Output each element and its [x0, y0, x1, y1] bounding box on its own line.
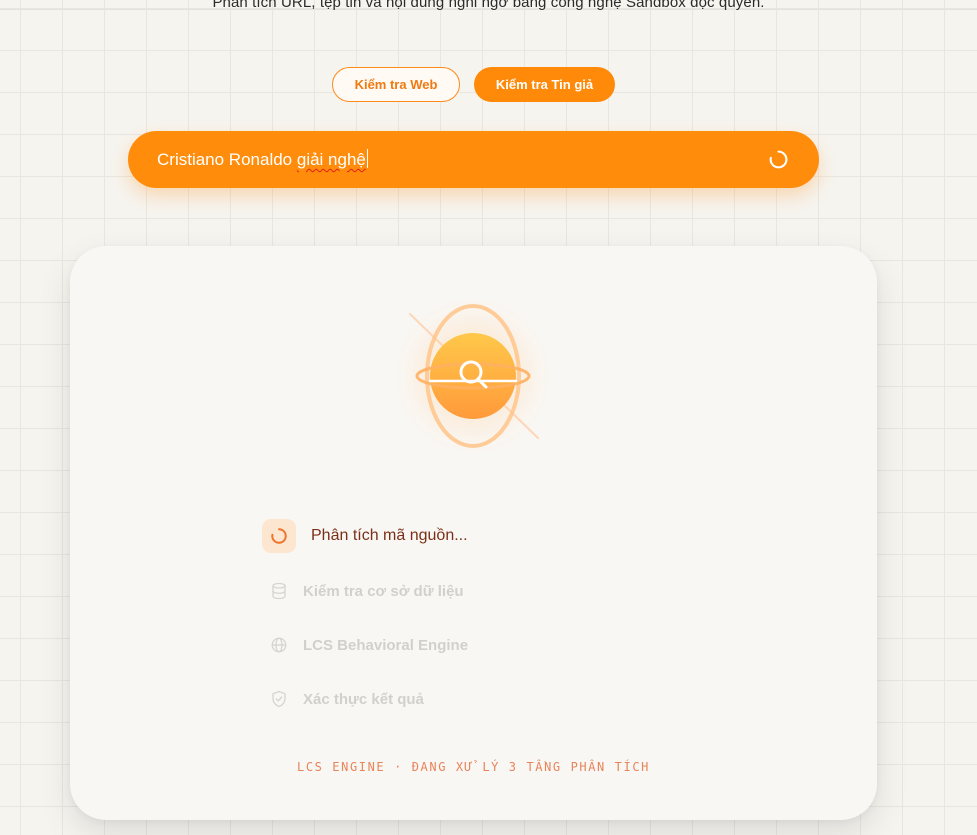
- step-label: Phân tích mã nguồn...: [311, 527, 468, 544]
- search-input-value: Cristiano Ronaldo: [157, 150, 297, 169]
- analysis-card: Phân tích mã nguồn... Kiểm tra cơ sở dữ …: [70, 246, 877, 820]
- database-icon: [272, 582, 286, 600]
- text-caret: [366, 149, 368, 168]
- step-result-verification: Xác thực kết quả: [270, 682, 424, 716]
- step-label: LCS Behavioral Engine: [303, 636, 469, 654]
- engine-status-text: LCS ENGINE · ĐANG XỬ LÝ 3 TẦNG PHÂN TÍCH: [297, 760, 650, 774]
- spinner-icon: [271, 528, 287, 544]
- loading-spinner-icon: [769, 150, 788, 169]
- search-bar[interactable]: Cristiano Ronaldo giải nghệ: [128, 131, 819, 188]
- step-behavioral-engine: LCS Behavioral Engine: [270, 628, 468, 662]
- mode-tabs: Kiểm tra Web Kiểm tra Tin giả: [332, 67, 615, 102]
- scanning-orb: [385, 288, 561, 464]
- step-label: Kiểm tra cơ sở dữ liệu: [303, 582, 464, 600]
- step-database-check: Kiểm tra cơ sở dữ liệu: [270, 574, 464, 608]
- step-label: Xác thực kết quả: [303, 690, 424, 708]
- tab-fake-news-check[interactable]: Kiểm tra Tin giả: [474, 67, 615, 102]
- tab-web-check[interactable]: Kiểm tra Web: [332, 67, 460, 102]
- search-input[interactable]: Cristiano Ronaldo giải nghệ: [157, 131, 368, 188]
- step-source-analysis: Phân tích mã nguồn...: [262, 519, 468, 553]
- step-icon-container: [262, 519, 296, 553]
- shield-check-icon: [272, 690, 286, 708]
- globe-icon: [271, 637, 287, 653]
- search-input-misspelled-word: giải nghệ: [296, 150, 366, 169]
- page-subtitle: Phân tích URL, tệp tin và nội dung nghi …: [212, 0, 765, 11]
